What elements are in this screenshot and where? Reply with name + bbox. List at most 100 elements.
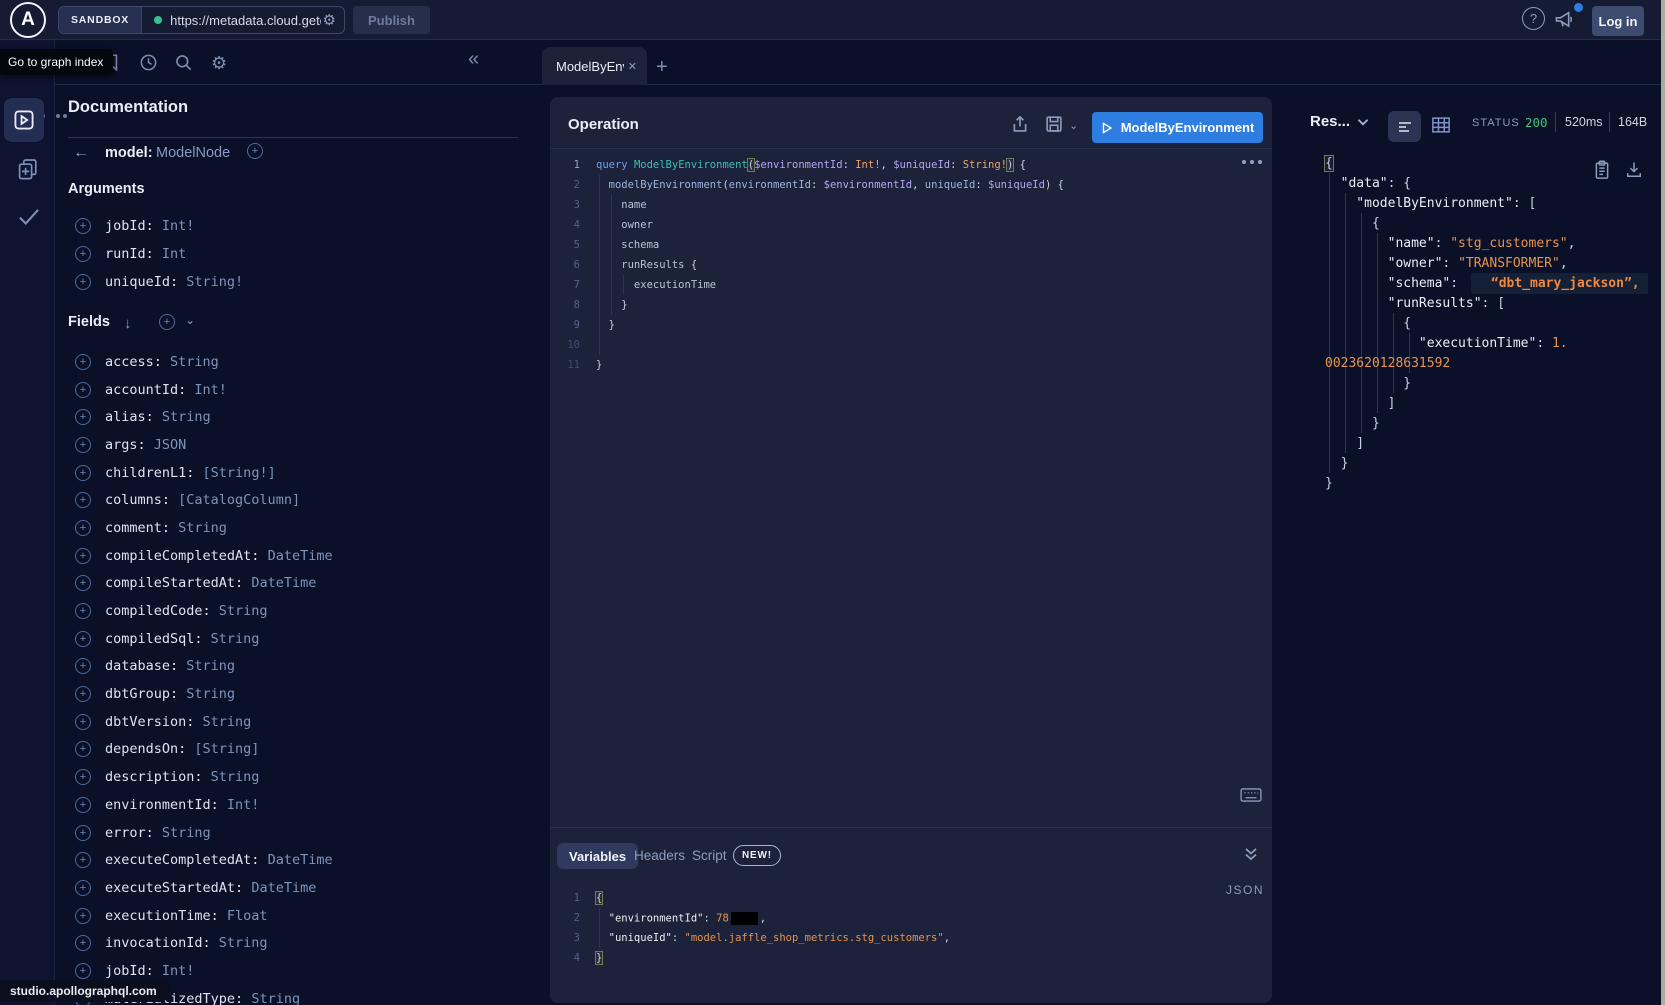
code-line[interactable]: 2 "environmentId": 78, [550, 908, 1250, 928]
field-type[interactable]: String [178, 520, 227, 536]
endpoint-url-input[interactable]: https://metadata.cloud.getd [170, 13, 320, 28]
field-row[interactable]: +args: JSON [55, 431, 530, 459]
table-view-toggle[interactable] [1431, 116, 1451, 134]
add-field-icon[interactable]: + [75, 218, 91, 234]
help-icon[interactable]: ? [1522, 7, 1545, 30]
code-line[interactable]: 11} [550, 355, 1250, 375]
sidebar-item-checklist[interactable] [16, 206, 42, 228]
code-line[interactable]: 3 name [550, 195, 1250, 215]
announcements-icon[interactable] [1554, 9, 1576, 31]
apollo-logo[interactable]: A [10, 2, 46, 38]
add-field-icon[interactable]: + [75, 852, 91, 868]
save-icon[interactable] [1044, 114, 1064, 134]
field-type[interactable]: DateTime [251, 575, 316, 591]
code-line[interactable]: 0023620128631592 [1325, 353, 1665, 373]
field-row[interactable]: +childrenL1: [String!] [55, 459, 530, 487]
field-row[interactable]: +executionTime: Float [55, 902, 530, 930]
code-line[interactable]: "data": { [1325, 173, 1665, 193]
field-type[interactable]: Int! [194, 382, 227, 398]
code-line[interactable]: 1{ [550, 888, 1250, 908]
collapse-variables-icon[interactable] [1242, 845, 1260, 863]
tab-modelbyenvironment[interactable]: ModelByEnvi... ✕ [542, 47, 647, 85]
add-type-icon[interactable]: + [247, 143, 263, 159]
code-line[interactable]: 8 } [550, 295, 1250, 315]
field-type[interactable]: String [162, 409, 211, 425]
field-type[interactable]: JSON [154, 437, 187, 453]
fields-dropdown-icon[interactable]: ⌄ [185, 313, 195, 327]
publish-button[interactable]: Publish [353, 6, 430, 34]
search-icon[interactable] [174, 53, 193, 72]
doc-type-value[interactable]: ModelNode [156, 145, 230, 161]
code-line[interactable]: "runResults": [ [1325, 293, 1665, 313]
add-field-icon[interactable]: + [75, 714, 91, 730]
field-row[interactable]: +columns: [CatalogColumn] [55, 486, 530, 514]
field-type[interactable]: [String!] [203, 465, 276, 481]
field-row[interactable]: +compileStartedAt: DateTime [55, 570, 530, 598]
keyboard-shortcuts-icon[interactable] [1240, 787, 1262, 803]
field-row[interactable]: +invocationId: String [55, 929, 530, 957]
field-type[interactable]: String [170, 354, 219, 370]
response-dropdown-icon[interactable] [1355, 114, 1371, 130]
code-line[interactable]: 4} [550, 948, 1250, 968]
settings-icon[interactable]: ⚙ [211, 53, 227, 74]
login-button[interactable]: Log in [1592, 6, 1644, 36]
add-field-icon[interactable]: + [75, 825, 91, 841]
code-line[interactable]: 6 runResults { [550, 255, 1250, 275]
add-field-icon[interactable]: + [75, 658, 91, 674]
code-line[interactable]: } [1325, 453, 1665, 473]
code-line[interactable]: 3 "uniqueId": "model.jaffle_shop_metrics… [550, 928, 1250, 948]
code-line[interactable]: "modelByEnvironment": [ [1325, 193, 1665, 213]
field-row[interactable]: +error: String [55, 819, 530, 847]
field-type[interactable]: Int! [227, 797, 260, 813]
field-type[interactable]: String [203, 714, 252, 730]
query-editor[interactable]: 1query ModelByEnvironment($environmentId… [550, 155, 1250, 375]
field-row[interactable]: +access: String [55, 348, 530, 376]
save-dropdown-icon[interactable]: ⌄ [1069, 119, 1078, 132]
code-line[interactable]: { [1325, 153, 1665, 173]
field-row[interactable]: +description: String [55, 763, 530, 791]
field-row[interactable]: +executeCompletedAt: DateTime [55, 846, 530, 874]
field-type[interactable]: Int! [162, 218, 195, 234]
code-line[interactable]: "name": "stg_customers", [1325, 233, 1665, 253]
add-field-icon[interactable]: + [75, 246, 91, 262]
field-row[interactable]: +compiledSql: String [55, 625, 530, 653]
code-line[interactable]: 10 [550, 335, 1250, 355]
code-line[interactable]: 9 } [550, 315, 1250, 335]
tree-view-toggle[interactable] [1388, 111, 1421, 142]
endpoint-url-control[interactable]: SANDBOX https://metadata.cloud.getd ⚙ [58, 6, 345, 34]
field-type[interactable]: [String] [194, 741, 259, 757]
field-type[interactable]: String [219, 935, 268, 951]
add-field-icon[interactable]: + [75, 492, 91, 508]
code-line[interactable]: 4 owner [550, 215, 1250, 235]
share-icon[interactable] [1010, 114, 1030, 134]
field-type[interactable]: Int! [162, 963, 195, 979]
add-field-icon[interactable]: + [75, 382, 91, 398]
add-field-icon[interactable]: + [75, 575, 91, 591]
add-field-icon[interactable]: + [75, 274, 91, 290]
field-row[interactable]: +accountId: Int! [55, 376, 530, 404]
history-icon[interactable] [139, 53, 158, 72]
code-line[interactable]: "schema": “dbt_mary_jackson”, [1325, 273, 1665, 293]
code-line[interactable]: 2 modelByEnvironment(environmentId: $env… [550, 175, 1250, 195]
field-type[interactable]: DateTime [251, 880, 316, 896]
code-line[interactable]: 7 executionTime [550, 275, 1250, 295]
field-type[interactable]: Int [162, 246, 186, 262]
tab-variables[interactable]: Variables [557, 843, 638, 869]
code-line[interactable]: ] [1325, 433, 1665, 453]
field-row[interactable]: +alias: String [55, 403, 530, 431]
tab-close-icon[interactable]: ✕ [628, 60, 637, 73]
add-field-icon[interactable]: + [75, 520, 91, 536]
add-field-icon[interactable]: + [75, 354, 91, 370]
field-type[interactable]: String! [186, 274, 243, 290]
add-field-icon[interactable]: + [75, 437, 91, 453]
tab-headers[interactable]: Headers [634, 848, 685, 863]
field-row[interactable]: +dbtGroup: String [55, 680, 530, 708]
code-line[interactable]: } [1325, 373, 1665, 393]
sort-fields-icon[interactable]: ↓ [124, 315, 132, 332]
add-field-icon[interactable]: + [75, 880, 91, 896]
field-type[interactable]: String [162, 825, 211, 841]
add-field-icon[interactable]: + [75, 631, 91, 647]
field-row[interactable]: +compileCompletedAt: DateTime [55, 542, 530, 570]
sidebar-item-schema[interactable] [16, 157, 40, 181]
new-tab-button[interactable]: + [656, 56, 668, 79]
